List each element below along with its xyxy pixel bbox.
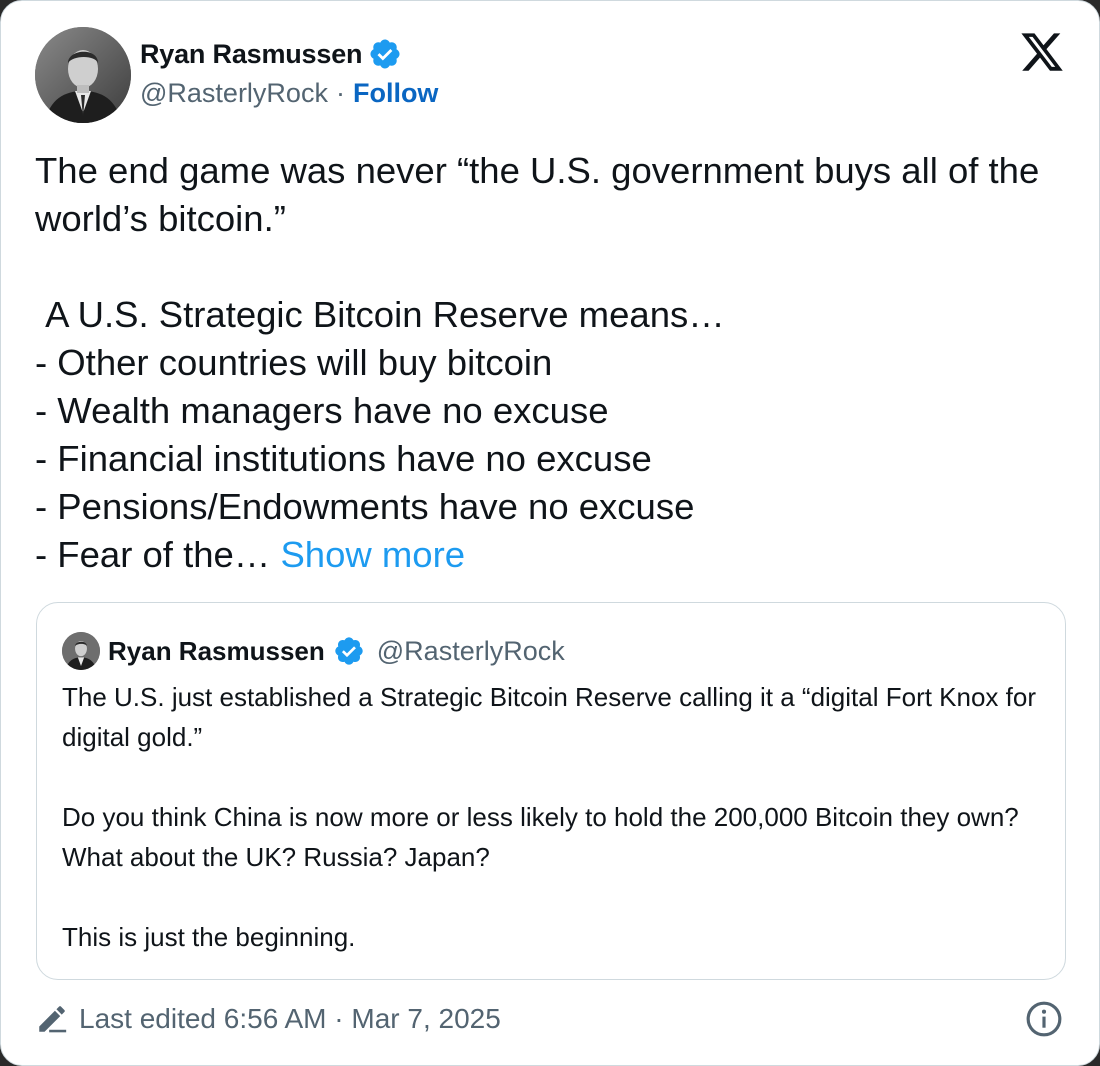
info-icon[interactable] xyxy=(1025,1000,1063,1038)
avatar[interactable] xyxy=(35,27,131,123)
separator-dot: · xyxy=(335,78,345,108)
quoted-tweet[interactable]: Ryan Rasmussen @RasterlyRock The U.S. ju… xyxy=(36,602,1066,980)
quoted-avatar xyxy=(62,632,100,670)
author-handle-row: @RasterlyRock · Follow xyxy=(140,78,438,109)
verified-badge-icon xyxy=(333,635,365,667)
tweet-footer: Last edited 6:56 AM · Mar 7, 2025 xyxy=(35,999,501,1039)
x-logo-icon[interactable] xyxy=(1019,29,1065,75)
profile-photo xyxy=(35,27,131,123)
author-handle[interactable]: @RasterlyRock xyxy=(140,78,328,109)
last-edited-timestamp[interactable]: Last edited 6:56 AM · Mar 7, 2025 xyxy=(79,1003,501,1035)
author-name-row: Ryan Rasmussen xyxy=(140,35,402,73)
pencil-icon xyxy=(35,1002,69,1036)
tweet-body: The end game was never “the U.S. governm… xyxy=(35,147,1075,579)
show-more-link[interactable]: Show more xyxy=(280,534,465,575)
verified-badge-icon xyxy=(368,37,402,71)
quoted-author-handle: @RasterlyRock xyxy=(376,635,565,666)
quoted-tweet-header: Ryan Rasmussen @RasterlyRock xyxy=(62,631,565,671)
author-name[interactable]: Ryan Rasmussen xyxy=(140,39,362,70)
follow-button[interactable]: Follow xyxy=(353,78,438,109)
tweet-text: The end game was never “the U.S. governm… xyxy=(35,150,1040,575)
quoted-tweet-text: The U.S. just established a Strategic Bi… xyxy=(62,682,1036,952)
tweet-card: Ryan Rasmussen @RasterlyRock · Follow Th… xyxy=(0,0,1100,1066)
quoted-author-name: Ryan Rasmussen xyxy=(108,635,325,666)
